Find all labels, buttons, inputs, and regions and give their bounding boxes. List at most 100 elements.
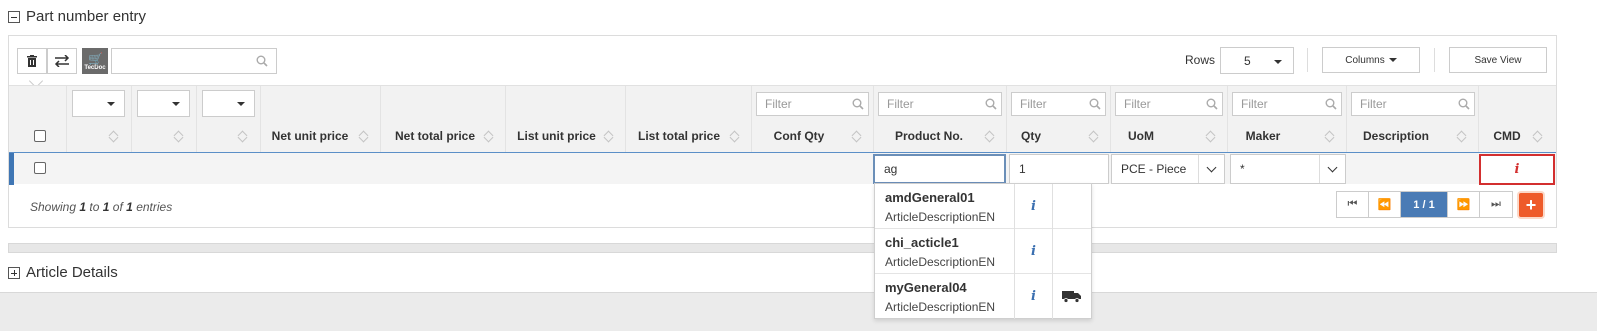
filter-maker[interactable]: Filter xyxy=(1232,92,1342,116)
filter-uom[interactable]: Filter xyxy=(1115,92,1223,116)
cmd-cell[interactable]: i xyxy=(1479,154,1555,185)
chevron-down-icon xyxy=(107,102,115,106)
part-entry-title: Part number entry xyxy=(26,8,147,25)
sort-icon[interactable] xyxy=(604,130,613,143)
rows-select[interactable]: 5 xyxy=(1220,47,1294,74)
caret-down-icon xyxy=(1388,58,1397,62)
grid: Filter Filter Filter Filter Filter Filte… xyxy=(9,85,1556,185)
filter-qty[interactable]: Filter xyxy=(1011,92,1106,116)
delete-button[interactable] xyxy=(17,48,47,74)
col-uom[interactable]: UoM xyxy=(1110,128,1172,144)
search-icon xyxy=(1206,98,1218,110)
info-icon[interactable]: i xyxy=(1014,184,1053,229)
col-cmd[interactable]: CMD xyxy=(1478,128,1536,144)
sort-icon[interactable] xyxy=(359,130,368,143)
info-icon[interactable]: i xyxy=(1014,274,1053,319)
collapse-icon[interactable] xyxy=(8,10,20,23)
row-checkbox[interactable] xyxy=(34,162,46,174)
sort-icon[interactable] xyxy=(1089,130,1098,143)
col-conf-qty[interactable]: Conf Qty xyxy=(751,128,847,144)
divider xyxy=(1307,48,1308,72)
search-box[interactable] xyxy=(111,48,277,74)
entries-summary: Showing 1 to 1 of 1 entries xyxy=(30,200,173,214)
suggestion-item[interactable]: chi_acticle1 ArticleDescriptionEN i xyxy=(875,229,1091,274)
last-page-button[interactable]: ⏭ xyxy=(1480,192,1512,217)
footer-band xyxy=(0,292,1597,331)
sort-icon[interactable] xyxy=(238,130,247,143)
columns-button[interactable]: Columns xyxy=(1322,47,1420,73)
search-icon xyxy=(1325,98,1337,110)
truck-icon xyxy=(1053,274,1091,319)
tecdoc-button[interactable]: 🛒 TecDoc xyxy=(82,48,108,74)
info-icon[interactable]: i xyxy=(1515,162,1520,177)
uom-select[interactable]: PCE - Piece xyxy=(1111,154,1225,184)
product-no-input[interactable]: ag xyxy=(873,154,1006,184)
table-row[interactable]: ag 1 PCE - Piece * i xyxy=(9,152,1556,185)
prev-page-button[interactable]: ⏪ xyxy=(1369,192,1401,217)
col-net-total-price[interactable]: Net total price xyxy=(380,128,490,144)
part-entry-panel: 🛒 TecDoc Rows 5 Columns Save View Filter… xyxy=(8,35,1557,228)
divider xyxy=(1434,48,1435,72)
col-maker[interactable]: Maker xyxy=(1227,128,1299,144)
rows-label: Rows xyxy=(1185,53,1216,67)
sort-icon[interactable] xyxy=(1325,130,1334,143)
col-qty[interactable]: Qty xyxy=(1006,128,1056,144)
horizontal-scrollbar[interactable] xyxy=(8,243,1557,253)
search-icon xyxy=(852,98,864,110)
search-icon xyxy=(1458,98,1470,110)
trash-icon xyxy=(27,54,37,67)
info-icon[interactable]: i xyxy=(1014,229,1053,274)
chevron-down-icon xyxy=(172,102,180,106)
select-filter-3[interactable] xyxy=(202,90,255,117)
col-list-total-price[interactable]: List total price xyxy=(625,128,733,144)
sort-icon[interactable] xyxy=(174,130,183,143)
filter-description[interactable]: Filter xyxy=(1351,92,1475,116)
maker-select[interactable]: * xyxy=(1230,154,1346,184)
select-filter-2[interactable] xyxy=(137,90,190,117)
chevron-down-icon xyxy=(237,102,245,106)
search-icon xyxy=(256,55,268,67)
swap-icon xyxy=(54,55,70,67)
qty-input[interactable]: 1 xyxy=(1009,154,1109,184)
article-details-header[interactable]: Article Details xyxy=(8,264,118,281)
save-view-button[interactable]: Save View xyxy=(1449,47,1547,73)
sort-icon[interactable] xyxy=(109,130,118,143)
filter-conf-qty[interactable]: Filter xyxy=(756,92,869,116)
part-entry-header[interactable]: Part number entry xyxy=(8,8,146,25)
col-list-unit-price[interactable]: List unit price xyxy=(505,128,608,144)
sort-icon[interactable] xyxy=(1533,130,1542,143)
next-page-icon: ⏩ xyxy=(1456,199,1471,211)
col-description[interactable]: Description xyxy=(1346,128,1446,144)
first-page-button[interactable]: ⏮ xyxy=(1337,192,1369,217)
current-page: 1 / 1 xyxy=(1401,192,1448,217)
search-input[interactable] xyxy=(112,49,252,73)
search-icon xyxy=(1089,98,1101,110)
col-net-unit-price[interactable]: Net unit price xyxy=(260,128,360,144)
sort-icon[interactable] xyxy=(852,130,861,143)
next-page-button[interactable]: ⏩ xyxy=(1448,192,1480,217)
sort-icon[interactable] xyxy=(1457,130,1466,143)
columns-label: Columns xyxy=(1345,54,1385,66)
pagination: ⏮ ⏪ 1 / 1 ⏩ ⏭ xyxy=(1336,191,1513,218)
chevron-down-icon xyxy=(1274,60,1282,64)
suggestion-item[interactable]: myGeneral04 ArticleDescriptionEN i xyxy=(875,274,1091,319)
sort-icon[interactable] xyxy=(1206,130,1215,143)
add-row-button[interactable]: + xyxy=(1519,193,1543,217)
swap-button[interactable] xyxy=(47,48,77,74)
article-details-title: Article Details xyxy=(26,264,118,281)
prev-page-icon: ⏪ xyxy=(1377,199,1392,211)
search-icon xyxy=(985,98,997,110)
filter-product-no[interactable]: Filter xyxy=(878,92,1002,116)
suggestion-item[interactable]: amdGeneral01 ArticleDescriptionEN i xyxy=(875,184,1091,229)
chevron-down-icon xyxy=(1319,155,1345,183)
first-page-icon: ⏮ xyxy=(1347,198,1358,210)
col-product-no[interactable]: Product No. xyxy=(873,128,985,144)
expand-icon[interactable] xyxy=(8,266,20,279)
sort-icon[interactable] xyxy=(484,130,493,143)
product-suggestions: amdGeneral01 ArticleDescriptionEN i chi_… xyxy=(874,183,1092,319)
chevron-down-icon xyxy=(1198,155,1224,183)
sort-icon[interactable] xyxy=(730,130,739,143)
sort-icon[interactable] xyxy=(985,130,994,143)
select-all-checkbox[interactable] xyxy=(34,130,46,142)
select-filter-1[interactable] xyxy=(72,90,125,117)
